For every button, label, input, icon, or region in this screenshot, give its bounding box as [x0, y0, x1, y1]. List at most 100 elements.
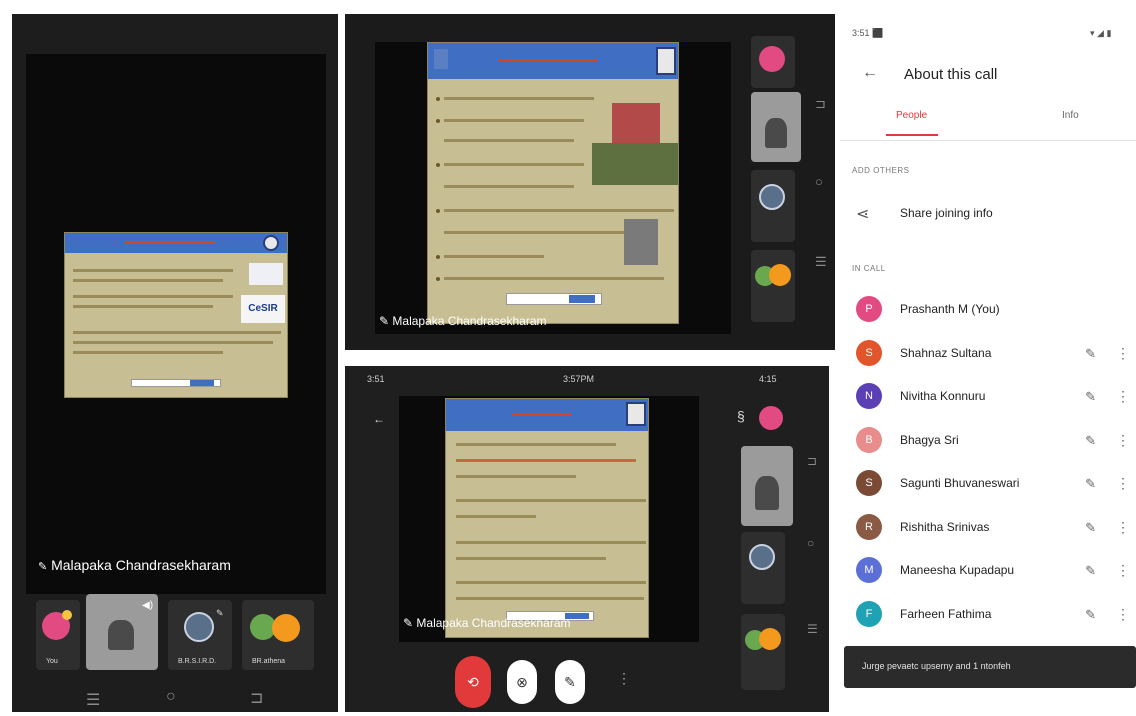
participant-tile[interactable]: ✎ B.R.S.I.R.D. — [168, 600, 232, 670]
page-title: About this call — [904, 66, 998, 83]
participant-row[interactable]: R Rishitha Srinivas ✎ ⋮ — [840, 512, 1136, 546]
person-video — [108, 620, 134, 650]
tab-people[interactable]: People — [896, 110, 927, 121]
participant-tile[interactable] — [741, 532, 785, 604]
more-options-icon[interactable]: ⋮ — [617, 670, 631, 687]
mic-off-icon: ✎ — [403, 616, 414, 630]
more-options-icon[interactable]: ⋮ — [1116, 562, 1130, 579]
section-label: ADD OTHERS — [852, 166, 910, 175]
home-icon[interactable]: ○ — [166, 688, 176, 706]
avatar — [184, 612, 214, 642]
switch-camera-icon[interactable]: § — [737, 408, 745, 424]
emblem-icon — [263, 235, 279, 251]
participant-video-tile[interactable]: ◀) — [86, 594, 158, 670]
mic-off-icon: ✎ — [216, 608, 224, 618]
mic-off-icon: ✎ — [38, 561, 48, 573]
more-options-icon[interactable]: ⋮ — [1116, 345, 1130, 362]
presenter-label: ✎ Malapaka Chandrasekharam — [379, 314, 547, 328]
more-options-icon[interactable]: ⋮ — [1116, 475, 1130, 492]
main-video-area: ✎ Malapaka Chandrasekharam — [375, 42, 731, 334]
section-label: IN CALL — [852, 264, 886, 273]
person-video — [755, 476, 779, 510]
avatar: S — [856, 339, 882, 366]
presentation-slide — [445, 398, 649, 638]
camera-toggle-button[interactable]: ⊗ — [507, 660, 537, 704]
mic-off-icon: ✎ — [1085, 606, 1096, 622]
avatar — [272, 614, 300, 642]
cesir-logo: CeSIR — [241, 295, 285, 323]
participant-name: Sagunti Bhuvaneswari — [900, 476, 1020, 490]
avatar: B — [856, 426, 882, 453]
participant-row[interactable]: N Nivitha Konnuru ✎ ⋮ — [840, 381, 1136, 415]
presenter-name: Malapaka Chandrasekharam — [416, 616, 571, 630]
participant-tile[interactable] — [751, 250, 795, 322]
participant-name: Farheen Fathima — [900, 606, 992, 621]
avatar: F — [856, 600, 882, 627]
status-time: 3:51 — [367, 374, 385, 384]
participant-name: Prashanth M (You) — [900, 302, 1000, 316]
end-call-button[interactable]: ⟲ — [455, 656, 491, 708]
participant-name: Nivitha Konnuru — [900, 389, 986, 403]
back-arrow-icon[interactable]: ← — [862, 64, 878, 82]
divider — [840, 140, 1136, 141]
tile-label: You — [46, 658, 58, 665]
menu-icon[interactable]: ☰ — [807, 622, 818, 636]
mic-icon — [62, 610, 72, 620]
participant-row[interactable]: P Prashanth M (You) — [840, 294, 1136, 328]
participant-row[interactable]: M Maneesha Kupadapu ✎ ⋮ — [840, 555, 1136, 589]
tile-label: BR.athena — [252, 658, 286, 665]
mic-off-icon: ✎ — [1085, 476, 1096, 491]
main-video-area: ✎ Malapaka Chandrasekharam — [399, 396, 699, 642]
menu-icon[interactable]: ☰ — [815, 254, 827, 270]
avatar: P — [856, 296, 882, 322]
back-arrow-icon[interactable]: ← — [373, 412, 385, 426]
participant-tile[interactable] — [741, 614, 785, 690]
home-icon[interactable]: ○ — [807, 536, 814, 550]
avatar — [759, 628, 781, 650]
mic-off-icon: ✎ — [1085, 345, 1096, 361]
participant-row[interactable]: S Sagunti Bhuvaneswari ✎ ⋮ — [840, 468, 1136, 502]
back-icon[interactable]: ⊐ — [815, 96, 826, 112]
participant-row[interactable]: S Shahnaz Sultana ✎ ⋮ — [840, 338, 1136, 372]
back-icon[interactable]: ⊐ — [807, 454, 817, 468]
participant-tile[interactable]: You — [36, 600, 80, 670]
participant-row[interactable]: F Farheen Fathima ✎ ⋮ — [840, 599, 1136, 633]
photo-image — [612, 103, 660, 147]
participant-row[interactable]: B Bhagya Sri ✎ ⋮ — [840, 425, 1136, 459]
more-options-icon[interactable]: ⋮ — [1116, 519, 1130, 536]
back-icon[interactable]: ⊐ — [250, 688, 263, 708]
avatar: M — [856, 557, 882, 583]
presentation-toolbar — [131, 379, 221, 387]
mic-toggle-button[interactable]: ✎ — [555, 660, 585, 704]
speaker-name: Malapaka Chandrasekharam — [51, 557, 231, 573]
toast-message: Jurge pevaetc upserny and 1 ntonfeh — [844, 646, 1136, 688]
avatar — [759, 46, 785, 72]
participant-tile[interactable] — [751, 36, 795, 88]
status-time: 3:51 ⬛ — [852, 28, 884, 38]
emblem-icon — [626, 402, 646, 426]
emblem-icon — [656, 47, 676, 75]
toast-text: Jurge pevaetc upserny and 1 ntonfeh — [862, 661, 1011, 671]
home-icon[interactable]: ○ — [815, 174, 823, 189]
menu-icon[interactable]: ☰ — [86, 690, 100, 710]
more-options-icon[interactable]: ⋮ — [1116, 606, 1130, 623]
more-options-icon[interactable]: ⋮ — [1116, 432, 1130, 449]
status-battery: 4:15 — [759, 374, 777, 384]
photo-image — [592, 143, 678, 185]
participant-video-tile[interactable] — [741, 446, 793, 526]
share-joining-info-button[interactable]: Share joining info — [900, 206, 993, 220]
mic-off-icon: ✎ — [1085, 432, 1096, 448]
participant-tile[interactable] — [751, 170, 795, 242]
participant-tile[interactable]: BR.athena — [242, 600, 314, 670]
speaker-name-label: ✎ Malapaka Chandrasekharam — [38, 557, 231, 573]
avatar: N — [856, 383, 882, 409]
mic-off-icon: ✎ — [1085, 519, 1096, 535]
audio-icon: ◀) — [142, 600, 154, 611]
avatar — [769, 264, 791, 286]
share-icon: ⋖ — [856, 206, 870, 223]
more-options-icon[interactable]: ⋮ — [1116, 388, 1130, 405]
avatar: R — [856, 513, 882, 540]
tab-info[interactable]: Info — [1062, 110, 1079, 121]
participant-video-tile[interactable] — [751, 92, 801, 162]
presenter-label: ✎ Malapaka Chandrasekharam — [403, 616, 571, 630]
